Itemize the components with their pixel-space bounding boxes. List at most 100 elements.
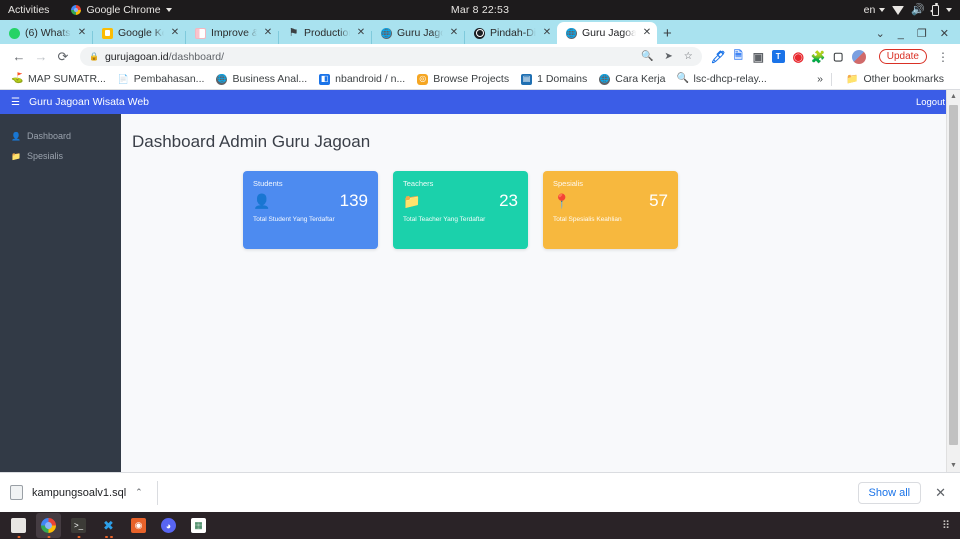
puzzle-icon[interactable]: 🧩 <box>811 50 826 64</box>
star-icon[interactable]: ☆ <box>684 51 693 62</box>
stat-card-spesialis[interactable]: Spesialis 📍 57 Total Spesialis Keahlian <box>543 171 678 249</box>
stat-card-teachers[interactable]: Teachers 📁 23 Total Teacher Yang Terdaft… <box>393 171 528 249</box>
close-icon[interactable]: ✕ <box>641 28 653 38</box>
minimize-button[interactable]: _ <box>898 28 904 40</box>
close-icon[interactable]: ✕ <box>169 28 181 38</box>
search-icon[interactable]: 🔍 <box>641 51 653 62</box>
taskbar-item-terminal[interactable]: >_ <box>66 513 91 538</box>
share-icon[interactable]: ➤ <box>664 51 672 62</box>
clock[interactable]: Mar 8 22:53 <box>0 4 960 16</box>
bookmarks-overflow-button[interactable]: » <box>817 73 823 85</box>
tab-title: Guru Jagoan W <box>582 27 636 39</box>
bookmark-item[interactable]: ⛳ MAP SUMATR... <box>6 73 112 85</box>
card-mid: 📍 57 <box>553 191 668 211</box>
browser-toolbar: ← → ⟳ 🔒 gurujagoan.id/dashboard/ 🔍 ➤ ☆ 🖊… <box>0 44 960 69</box>
browser-tab[interactable]: Pindah-Digital ✕ <box>465 22 557 44</box>
bookmark-item[interactable]: 📄 Pembahasan... <box>112 73 211 85</box>
translate-icon[interactable]: 🗎 <box>732 50 745 63</box>
bookmark-item[interactable]: 🔍 lsc-dhcp-relay... <box>671 73 772 85</box>
kebab-menu-icon[interactable]: ⋮ <box>934 51 952 63</box>
domain-icon: ▤ <box>521 73 533 85</box>
tab-search-icon[interactable]: ⌄ <box>876 27 885 40</box>
chevron-up-icon[interactable]: ⌃ <box>135 487 143 498</box>
pip-icon[interactable]: ▣ <box>752 50 765 64</box>
bookmark-label: 1 Domains <box>537 73 588 85</box>
card-label: Students <box>253 179 283 188</box>
github-icon <box>474 27 485 39</box>
bookmark-item[interactable]: 🌐 Cara Kerja <box>593 73 671 85</box>
sidebar-item-dashboard[interactable]: 👤 Dashboard <box>0 126 121 146</box>
download-item[interactable]: kampungsoalv1.sql ⌃ <box>10 485 143 500</box>
taskbar-item-discord[interactable]: ◕ <box>156 513 181 538</box>
browser-tab-active[interactable]: 🌐 Guru Jagoan W ✕ <box>557 22 657 44</box>
scroll-down-icon[interactable]: ▼ <box>947 459 960 472</box>
close-icon[interactable]: ✕ <box>76 28 88 38</box>
jira-icon: ◎ <box>417 73 429 85</box>
avatar[interactable] <box>851 49 866 64</box>
close-icon[interactable]: ✕ <box>935 485 950 501</box>
browser-tab[interactable]: Google Keep ✕ <box>93 22 185 44</box>
close-icon[interactable]: ✕ <box>448 28 460 38</box>
discord-icon: ◕ <box>161 518 176 533</box>
apps-grid-icon[interactable]: ⠿ <box>942 520 951 531</box>
new-tab-button[interactable]: + <box>663 26 672 41</box>
close-window-button[interactable]: ✕ <box>940 27 949 40</box>
forward-button[interactable]: → <box>30 49 52 64</box>
card-value: 139 <box>339 191 368 210</box>
close-icon[interactable]: ✕ <box>541 28 553 38</box>
scrollbar-thumb[interactable] <box>949 105 958 445</box>
bookmark-label: nbandroid / n... <box>335 73 406 85</box>
bookmark-item[interactable]: ◧ nbandroid / n... <box>313 73 411 85</box>
taskbar-item-files[interactable] <box>6 513 31 538</box>
user-icon: 👤 <box>11 131 21 141</box>
taskbar-item-vscode[interactable]: ✖ <box>96 513 121 538</box>
taskbar-item-chrome[interactable] <box>36 513 61 538</box>
map-pin-icon: 📍 <box>553 193 571 209</box>
todoist-icon[interactable]: T <box>771 50 785 63</box>
tab-title: (6) WhatsApp <box>25 27 71 39</box>
stat-card-students[interactable]: Students 👤 139 Total Student Yang Terdaf… <box>243 171 378 249</box>
battery-icon <box>929 2 939 16</box>
logout-link[interactable]: Logout <box>916 97 949 108</box>
taskbar-item-spreadsheet[interactable]: ▦ <box>186 513 211 538</box>
browser-tab[interactable]: ⚑ Production | K ✕ <box>279 22 371 44</box>
page-scrollbar[interactable]: ▲ ▼ <box>946 90 960 472</box>
tab-title: Pindah-Digital <box>490 27 536 39</box>
browser-tab[interactable]: Improve & Rev ✕ <box>186 22 278 44</box>
tab-title: Production | K <box>304 27 350 39</box>
close-icon[interactable]: ✕ <box>262 28 274 38</box>
person-icon: 👤 <box>253 193 271 209</box>
running-indicator <box>77 536 80 538</box>
card-label: Spesialis <box>553 179 584 188</box>
bookmarks-bar: ⛳ MAP SUMATR... 📄 Pembahasan... 🌐 Busine… <box>0 69 960 90</box>
taskbar-item-gimp[interactable]: ◉ <box>126 513 151 538</box>
tab-title: Improve & Rev <box>211 27 257 39</box>
bookmark-item[interactable]: ▤ 1 Domains <box>515 73 593 85</box>
folder-icon: 📁 <box>403 193 421 209</box>
side-panel-icon[interactable]: ▢ <box>832 50 845 63</box>
card-caption: Total Spesialis Keahlian <box>553 216 622 223</box>
maximize-button[interactable]: ❐ <box>917 27 927 40</box>
divider <box>831 72 833 86</box>
opera-icon[interactable]: ◉ <box>791 49 805 64</box>
close-icon[interactable]: ✕ <box>355 28 367 38</box>
other-bookmarks-folder[interactable]: 📁 Other bookmarks <box>840 73 950 85</box>
scroll-up-icon[interactable]: ▲ <box>947 90 960 103</box>
browser-tab[interactable]: (6) WhatsApp ✕ <box>0 22 92 44</box>
lock-icon: 🔒 <box>89 52 99 61</box>
address-bar[interactable]: 🔒 gurujagoan.id/dashboard/ 🔍 ➤ ☆ <box>80 47 702 66</box>
sidebar: 👤 Dashboard 📁 Spesialis <box>0 114 121 472</box>
downloads-actions: Show all ✕ <box>857 481 950 504</box>
back-button[interactable]: ← <box>8 49 30 64</box>
bookmark-item[interactable]: ◎ Browse Projects <box>411 73 515 85</box>
bookmark-item[interactable]: 🌐 Business Anal... <box>210 73 313 85</box>
sidebar-item-spesialis[interactable]: 📁 Spesialis <box>0 146 121 166</box>
eyedropper-icon[interactable]: 🖊 <box>711 50 726 64</box>
divider <box>156 480 158 505</box>
hamburger-icon[interactable]: ☰ <box>11 97 20 108</box>
show-all-button[interactable]: Show all <box>857 481 922 504</box>
card-mid: 👤 139 <box>253 191 368 211</box>
reload-button[interactable]: ⟳ <box>52 49 74 65</box>
browser-tab[interactable]: 🌐 Guru Jagoan W ✕ <box>372 22 464 44</box>
update-button[interactable]: Update <box>878 49 927 64</box>
